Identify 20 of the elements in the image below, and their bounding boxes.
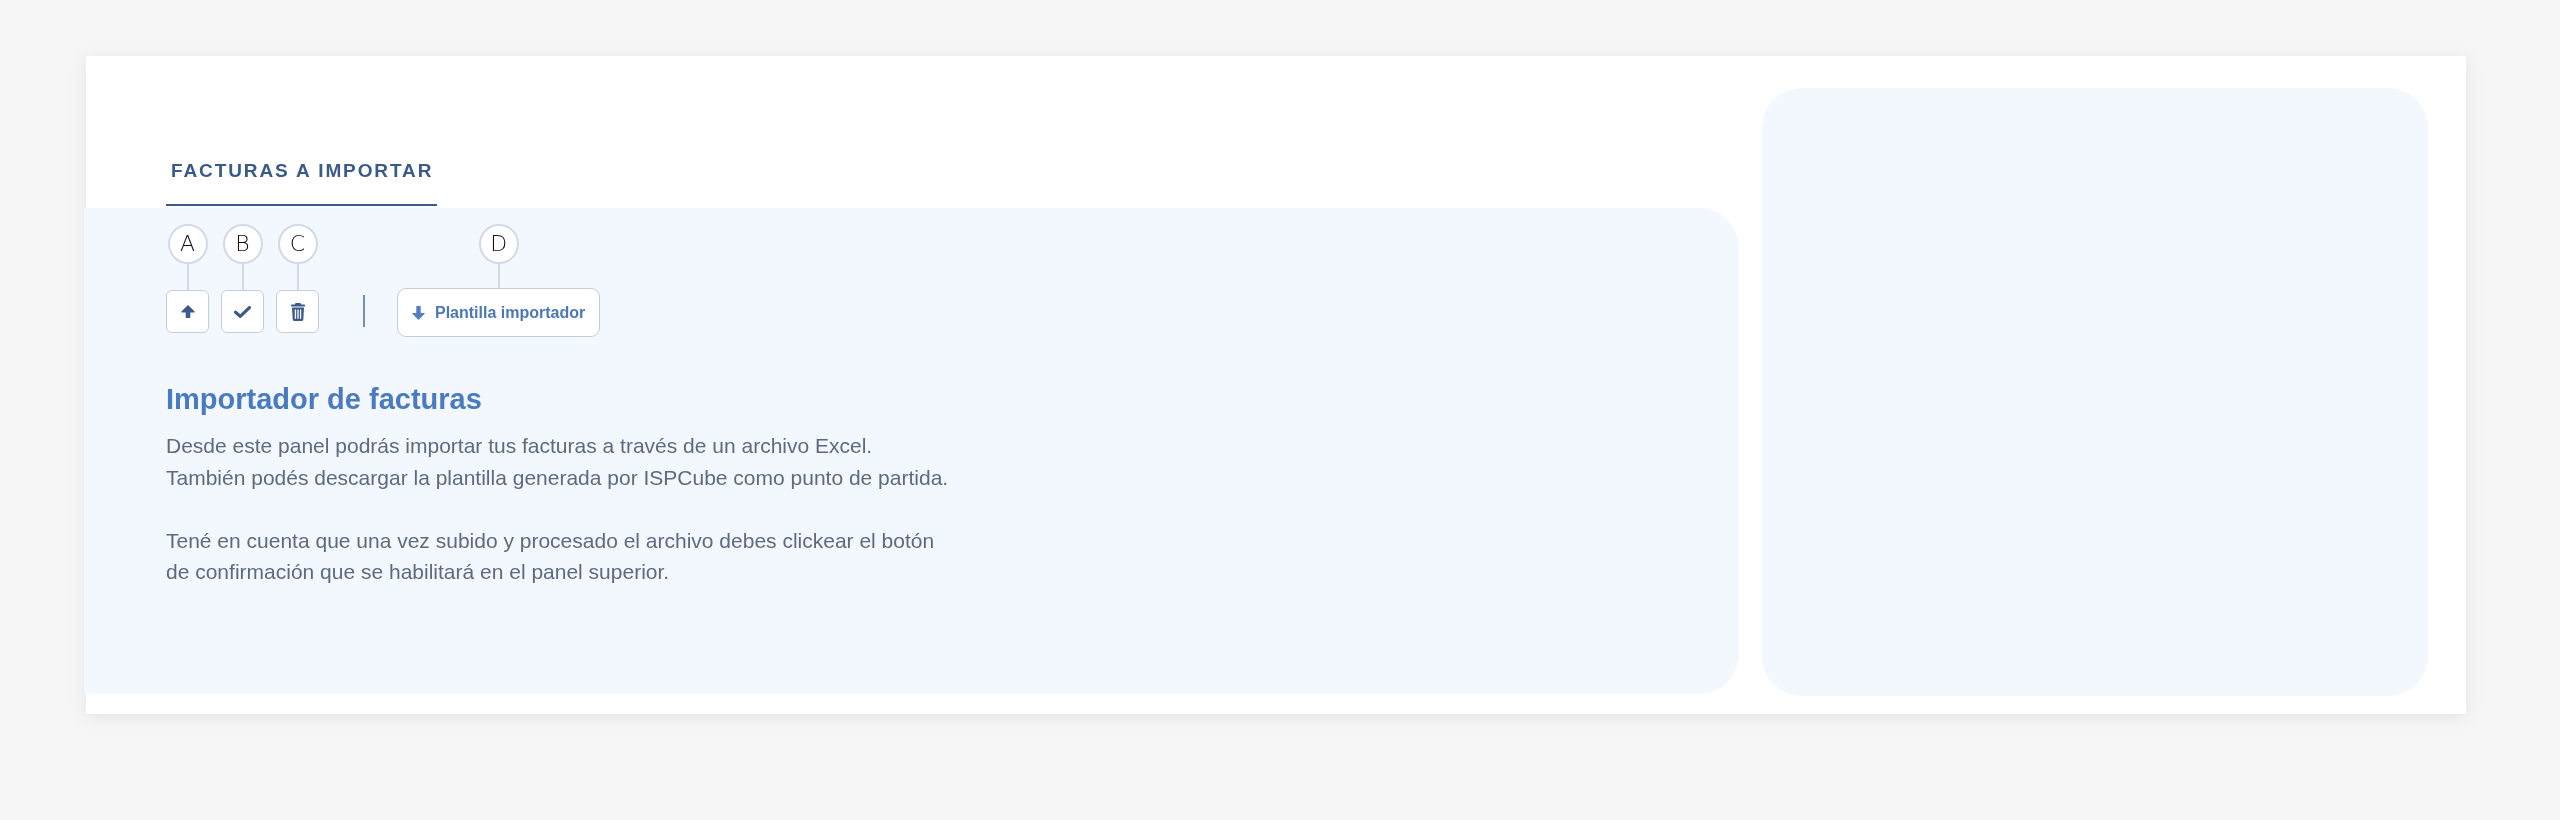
callout-badge: D [478,224,519,264]
callout-badge: B [222,224,263,264]
leader-line [241,264,244,290]
check-icon [234,305,251,318]
panel-title: Importador de facturas [166,382,483,416]
delete-button[interactable] [276,290,319,333]
leader-line [497,264,500,288]
description-paragraph: Desde este panel podrás importar tus facturas a través de un archivo Excel. También podés descargar la plantilla generada por ISPCube como punto de partida. [166,433,950,491]
callout-badge: C [277,224,318,264]
description-paragraph: Tené en cuenta que una vez subido y procesado el archivo debes clickear el botón de confirmación que se habilitará en el panel superior. [166,527,936,585]
trash-icon [290,302,305,321]
download-template-button[interactable]: Plantilla importador [397,288,601,337]
leader-line [296,264,299,290]
leader-line [186,264,189,290]
arrow-up-icon [180,305,195,318]
callout-badge: A [167,224,208,264]
confirm-button[interactable] [221,290,264,333]
upload-button[interactable] [166,290,209,333]
tab[interactable]: FACTURAS A IMPORTAR [166,159,438,206]
arrow-down-icon [412,305,425,320]
